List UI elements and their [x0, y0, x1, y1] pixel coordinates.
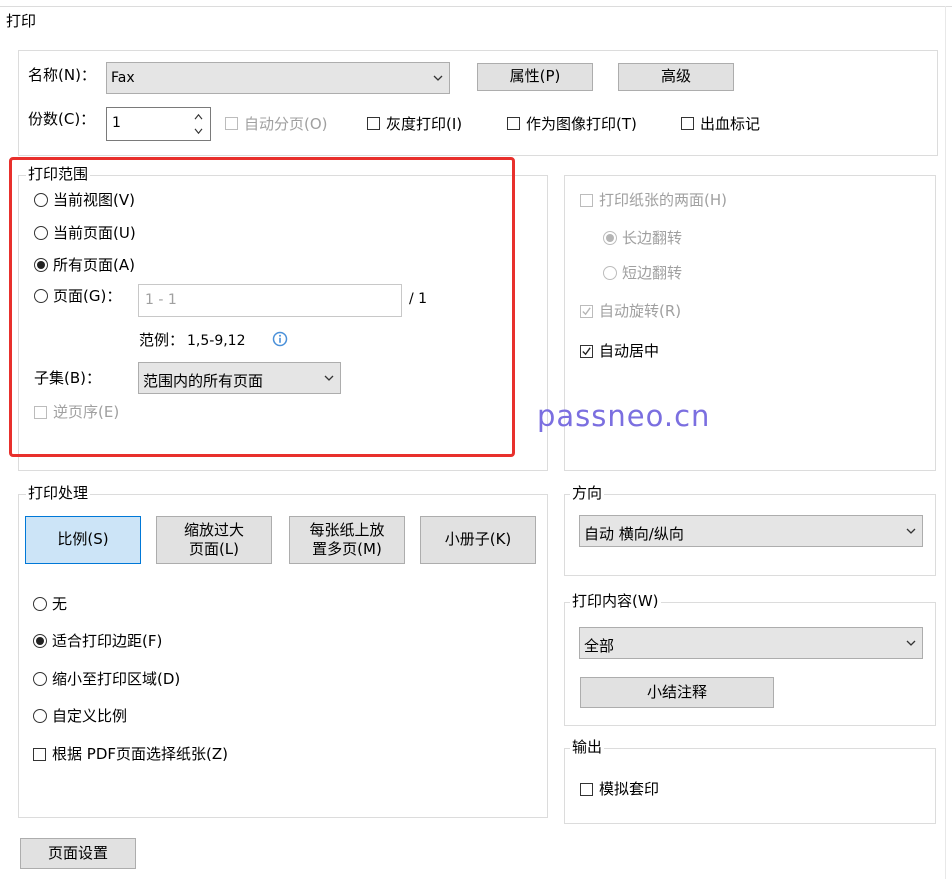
watermark-text: passneo.cn [537, 399, 711, 433]
content-combo[interactable]: 全部 [579, 627, 923, 659]
simulate-overprint-label: 模拟套印 [599, 780, 660, 798]
printer-name-combo[interactable]: Fax [106, 62, 450, 94]
output-title: 输出 [570, 738, 605, 756]
booklet-button[interactable]: 小册子(K) [420, 516, 536, 564]
printer-name-label: 名称(N)： [28, 66, 96, 84]
chevron-down-icon [433, 75, 443, 81]
summarize-comments-button[interactable]: 小结注释 [580, 677, 774, 708]
content-title: 打印内容(W) [570, 592, 661, 610]
scale-button[interactable]: 比例(S) [25, 516, 141, 564]
orientation-title: 方向 [570, 484, 605, 502]
grayscale-label: 灰度打印(I) [386, 115, 463, 133]
check-icon [582, 347, 591, 356]
copies-label: 份数(C)： [28, 110, 96, 128]
orientation-value: 自动 横向/纵向 [584, 525, 684, 543]
custom-scale-label: 自定义比例 [52, 707, 128, 725]
chevron-down-icon [906, 528, 916, 534]
copies-value: 1 [112, 115, 121, 131]
highlight-box [9, 157, 515, 457]
chevron-down-icon [906, 640, 916, 646]
multiple-pages-button[interactable]: 每张纸上放 置多页(M) [289, 516, 405, 564]
simulate-overprint-checkbox[interactable] [580, 783, 593, 796]
auto-rotate-checkbox[interactable] [580, 305, 593, 318]
radio-selected-dot [606, 234, 614, 242]
orientation-combo[interactable]: 自动 横向/纵向 [579, 515, 923, 547]
print-as-image-checkbox[interactable] [507, 117, 520, 130]
auto-rotate-label: 自动旋转(R) [599, 302, 682, 320]
paper-by-pdf-checkbox[interactable] [33, 748, 46, 761]
title-separator [0, 6, 952, 7]
fit-margins-label: 适合打印边距(F) [52, 632, 163, 650]
short-edge-label: 短边翻转 [622, 264, 683, 282]
collate-checkbox[interactable] [225, 117, 238, 130]
both-sides-checkbox[interactable] [580, 194, 593, 207]
copies-stepper[interactable]: 1 [106, 107, 211, 141]
check-icon [582, 307, 591, 316]
radio-fit-margins[interactable] [33, 634, 47, 648]
radio-short-edge[interactable] [603, 266, 617, 280]
handling-title: 打印处理 [26, 484, 91, 502]
auto-center-label: 自动居中 [599, 342, 660, 360]
auto-center-checkbox[interactable] [580, 345, 593, 358]
spin-up-icon[interactable] [194, 113, 203, 120]
paper-by-pdf-label: 根据 PDF页面选择纸张(Z) [52, 745, 228, 763]
window-title: 打印 [6, 12, 37, 30]
properties-button[interactable]: 属性(P) [477, 63, 593, 91]
radio-custom-scale[interactable] [33, 709, 47, 723]
bleed-marks-label: 出血标记 [700, 115, 761, 133]
shrink-to-area-label: 缩小至打印区域(D) [52, 670, 181, 688]
right-edge-line [945, 6, 946, 879]
shrink-oversized-button[interactable]: 缩放过大 页面(L) [156, 516, 272, 564]
radio-selected-dot [36, 637, 44, 645]
content-value: 全部 [584, 637, 615, 655]
print-as-image-label: 作为图像打印(T) [526, 115, 637, 133]
radio-shrink-to-area[interactable] [33, 672, 47, 686]
advanced-button[interactable]: 高级 [618, 63, 734, 91]
long-edge-label: 长边翻转 [622, 229, 683, 247]
radio-long-edge[interactable] [603, 231, 617, 245]
grayscale-checkbox[interactable] [367, 117, 380, 130]
radio-none[interactable] [33, 597, 47, 611]
printer-name-value: Fax [111, 70, 135, 86]
collate-label: 自动分页(O) [244, 115, 328, 133]
none-label: 无 [52, 595, 68, 613]
page-setup-button[interactable]: 页面设置 [20, 838, 136, 869]
bleed-marks-checkbox[interactable] [681, 117, 694, 130]
spin-down-icon[interactable] [194, 128, 203, 135]
both-sides-label: 打印纸张的两面(H) [599, 191, 727, 209]
